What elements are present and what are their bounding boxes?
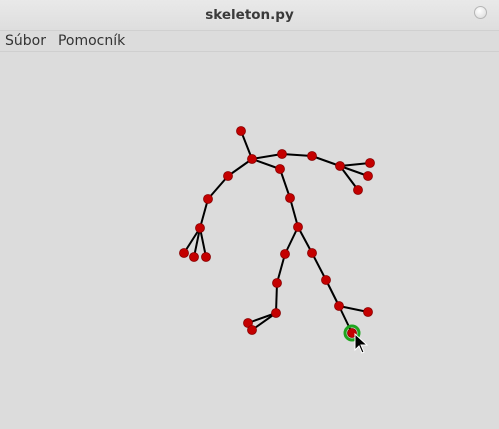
joint[interactable] [307,248,317,258]
joint[interactable] [365,158,375,168]
joint[interactable] [293,222,303,232]
joint[interactable] [353,185,363,195]
joint[interactable] [179,248,189,258]
joint[interactable] [189,252,199,262]
joint[interactable] [275,164,285,174]
joint[interactable] [236,126,246,136]
joint[interactable] [203,194,213,204]
joint[interactable] [285,193,295,203]
joint[interactable] [334,301,344,311]
joint[interactable] [247,325,257,335]
app-window: skeleton.py Súbor Pomocník [0,0,499,429]
joint[interactable] [363,307,373,317]
joint[interactable] [363,171,373,181]
skeleton-drawing[interactable] [0,0,499,429]
mouse-cursor-icon [354,332,369,354]
joint[interactable] [335,161,345,171]
joint[interactable] [271,308,281,318]
joint[interactable] [195,223,205,233]
joint[interactable] [247,154,257,164]
joint[interactable] [223,171,233,181]
joint[interactable] [321,275,331,285]
joint[interactable] [280,249,290,259]
joint[interactable] [272,278,282,288]
joint[interactable] [201,252,211,262]
joint[interactable] [307,151,317,161]
joint[interactable] [277,149,287,159]
